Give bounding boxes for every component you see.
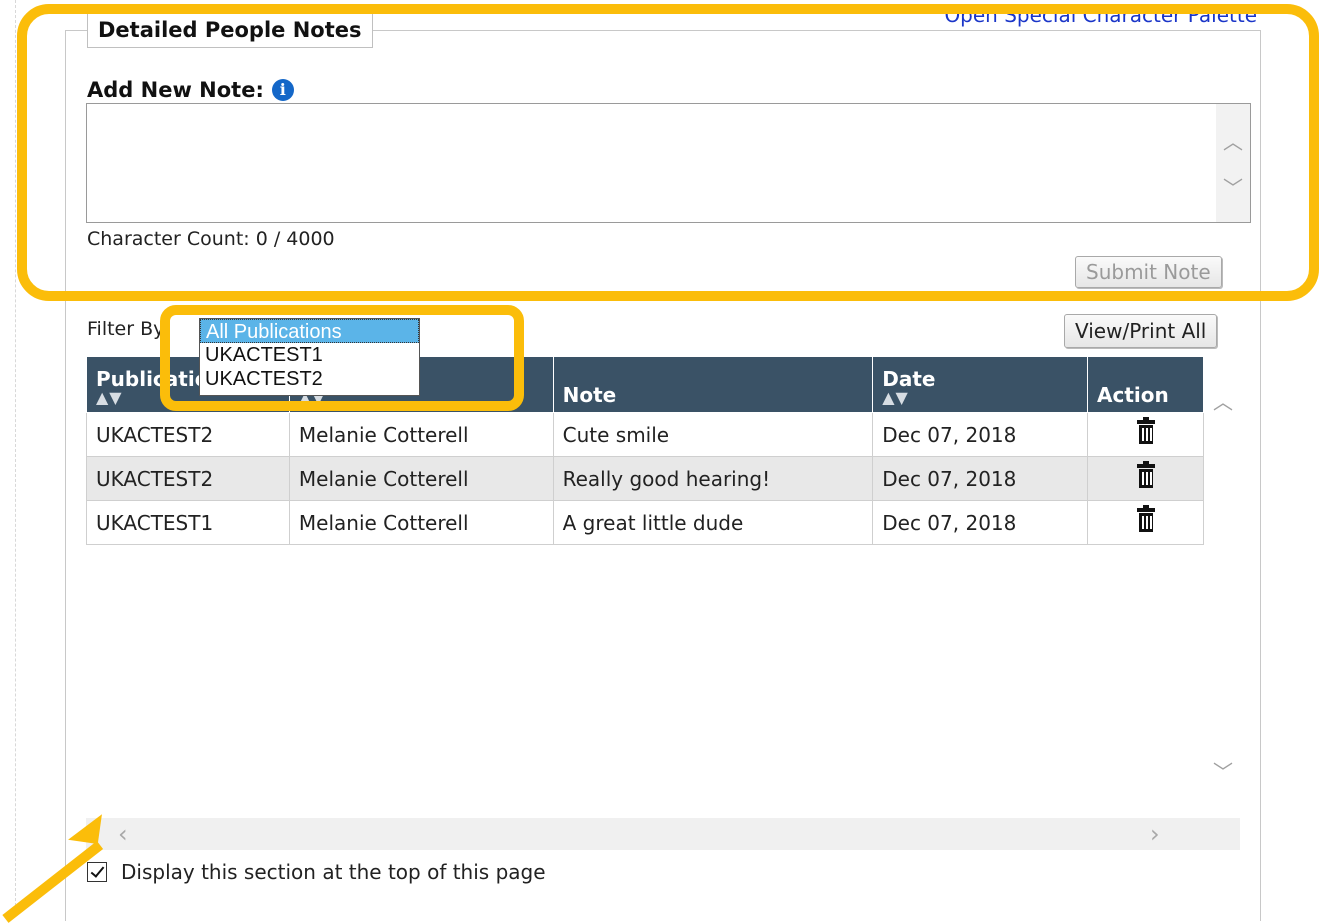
- cell-publication: UKACTEST1: [86, 500, 290, 545]
- cell-action: [1087, 500, 1204, 545]
- note-scrollbar[interactable]: ︿ ﹀: [1216, 104, 1250, 222]
- table-row: UKACTEST2 Melanie Cotterell Really good …: [86, 456, 1204, 501]
- display-top-option: Display this section at the top of this …: [87, 860, 546, 884]
- cell-date: Dec 07, 2018: [872, 412, 1088, 457]
- column-header-action: Action: [1087, 356, 1204, 413]
- add-note-label-text: Add New Note:: [87, 78, 264, 102]
- filter-option[interactable]: UKACTEST1: [200, 343, 419, 367]
- column-header-note: Note: [552, 356, 874, 413]
- cell-action: [1087, 412, 1204, 457]
- scroll-left-icon[interactable]: ‹: [118, 818, 128, 850]
- filter-option[interactable]: All Publications: [200, 319, 419, 343]
- page-left-rule: [15, 0, 16, 906]
- sort-arrows-icon[interactable]: ▲▼: [882, 390, 1078, 406]
- scroll-right-icon[interactable]: ›: [1150, 818, 1160, 850]
- trash-icon[interactable]: [1136, 504, 1156, 532]
- table-row: UKACTEST1 Melanie Cotterell A great litt…: [86, 500, 1204, 545]
- special-character-palette-link[interactable]: Open Special Character Palette: [944, 2, 1257, 28]
- info-icon[interactable]: i: [271, 79, 294, 101]
- view-print-all-button[interactable]: View/Print All: [1064, 314, 1218, 348]
- display-top-label: Display this section at the top of this …: [121, 860, 546, 884]
- add-note-label: Add New Note: i: [87, 78, 294, 102]
- column-header-date[interactable]: Date ▲▼: [872, 356, 1088, 413]
- table-horizontal-scrollbar[interactable]: ‹ ›: [86, 818, 1240, 850]
- submit-note-button[interactable]: Submit Note: [1075, 256, 1222, 288]
- scroll-up-icon[interactable]: ︿: [1216, 126, 1250, 155]
- cell-added-by: Melanie Cotterell: [288, 500, 554, 545]
- callout-arrow-head-icon: [68, 810, 102, 844]
- display-top-checkbox[interactable]: [87, 862, 107, 882]
- section-legend: Detailed People Notes: [87, 12, 373, 48]
- column-header-action-label: Action: [1097, 383, 1169, 407]
- scroll-down-icon[interactable]: ﹀: [1206, 756, 1240, 785]
- cell-date: Dec 07, 2018: [872, 456, 1088, 501]
- trash-icon[interactable]: [1136, 416, 1156, 444]
- note-textarea[interactable]: [87, 104, 1212, 222]
- trash-icon[interactable]: [1136, 460, 1156, 488]
- column-header-date-label: Date: [882, 367, 936, 391]
- cell-note: Really good hearing!: [552, 456, 874, 501]
- cell-added-by: Melanie Cotterell: [288, 456, 554, 501]
- note-textarea-container: ︿ ﹀: [86, 103, 1251, 223]
- filter-by-label: Filter By:: [87, 318, 170, 340]
- cell-note: Cute smile: [552, 412, 874, 457]
- filter-dropdown[interactable]: All Publications UKACTEST1 UKACTEST2: [199, 318, 420, 396]
- cell-added-by: Melanie Cotterell: [288, 412, 554, 457]
- scroll-up-icon[interactable]: ︿: [1206, 386, 1240, 415]
- filter-option[interactable]: UKACTEST2: [200, 367, 419, 391]
- cell-date: Dec 07, 2018: [872, 500, 1088, 545]
- scroll-down-icon[interactable]: ﹀: [1216, 172, 1250, 201]
- cell-action: [1087, 456, 1204, 501]
- column-header-note-label: Note: [562, 383, 617, 407]
- cell-publication: UKACTEST2: [86, 456, 290, 501]
- character-count: Character Count: 0 / 4000: [87, 228, 335, 250]
- cell-publication: UKACTEST2: [86, 412, 290, 457]
- table-row: UKACTEST2 Melanie Cotterell Cute smile D…: [86, 412, 1204, 457]
- cell-note: A great little dude: [552, 500, 874, 545]
- table-vertical-scrollbar[interactable]: ︿ ﹀: [1206, 356, 1240, 796]
